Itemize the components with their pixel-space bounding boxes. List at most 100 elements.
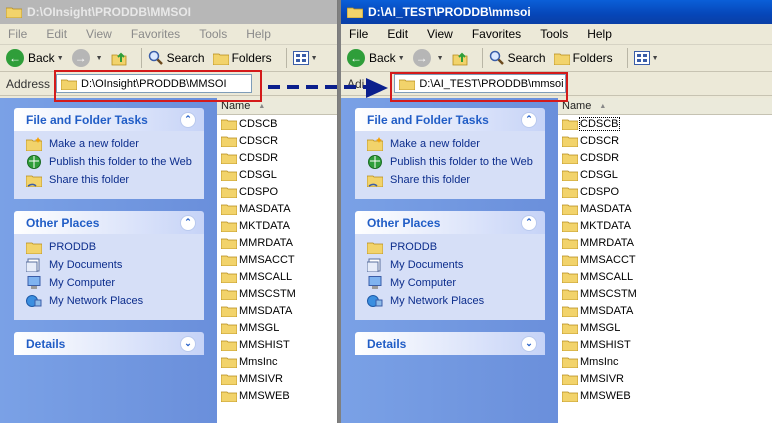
menu-view[interactable]: View [86,27,112,41]
folder-item[interactable]: MMSIVR [558,370,772,387]
panel-header[interactable]: Details ⌄ [14,332,204,355]
place-my-network-places[interactable]: My Network Places [367,294,537,308]
folder-icon [367,242,383,254]
views-button[interactable]: ▼ [292,51,318,65]
folder-name: MMSIVR [580,372,624,385]
panel-header[interactable]: File and Folder Tasks ⌃ [355,108,545,131]
folder-item[interactable]: MMSCALL [217,268,337,285]
collapse-chevron-icon[interactable]: ⌃ [180,111,196,128]
place-my-computer[interactable]: My Computer [367,276,537,290]
folder-item[interactable]: MMSWEB [217,387,337,404]
folder-name: MASDATA [239,202,291,215]
folder-item[interactable]: MMSGL [558,319,772,336]
views-button[interactable]: ▼ [633,51,659,65]
place-my-documents[interactable]: My Documents [367,258,537,272]
place-my-computer[interactable]: My Computer [26,276,196,290]
up-folder-button[interactable] [111,50,127,66]
expand-chevron-icon[interactable]: ⌄ [180,335,196,352]
up-folder-button[interactable] [452,50,468,66]
folder-item[interactable]: CDSDR [558,149,772,166]
forward-button[interactable]: → ▼ [412,49,444,67]
folder-item[interactable]: MMSCSTM [558,285,772,302]
folders-button[interactable]: Folders [212,51,272,65]
folder-item[interactable]: MmsInc [217,353,337,370]
folder-item[interactable]: MKTDATA [217,217,337,234]
menu-favorites[interactable]: Favorites [131,27,180,41]
title-bar[interactable]: D:\AI_TEST\PRODDB\mmsoi [341,0,772,24]
task-publish-web[interactable]: Publish this folder to the Web [367,155,537,169]
folder-item[interactable]: MMRDATA [558,234,772,251]
collapse-chevron-icon[interactable]: ⌃ [521,214,537,231]
folder-name: CDSGL [239,168,277,181]
folder-item[interactable]: MMSDATA [558,302,772,319]
folder-item[interactable]: MMSHIST [217,336,337,353]
folders-button[interactable]: Folders [553,51,613,65]
task-make-new-folder[interactable]: Make a new folder [367,137,537,151]
panel-header[interactable]: Other Places ⌃ [355,211,545,234]
back-button[interactable]: ← Back ▼ [6,49,64,67]
folder-item[interactable]: MKTDATA [558,217,772,234]
menu-file[interactable]: File [8,27,27,41]
place-proddb[interactable]: PRODDB [367,240,537,254]
menu-help[interactable]: Help [587,27,612,41]
menu-view[interactable]: View [427,27,453,41]
task-share-folder[interactable]: Share this folder [367,173,537,187]
menu-tools[interactable]: Tools [540,27,568,41]
folder-item[interactable]: CDSDR [217,149,337,166]
back-button[interactable]: ← Back ▼ [347,49,405,67]
folder-item[interactable]: MASDATA [217,200,337,217]
folder-item[interactable]: MMSWEB [558,387,772,404]
task-share-folder[interactable]: Share this folder [26,173,196,187]
menu-help[interactable]: Help [246,27,271,41]
panel-header[interactable]: File and Folder Tasks ⌃ [14,108,204,131]
folder-item[interactable]: CDSPO [217,183,337,200]
address-label: Address [6,76,51,91]
folder-item[interactable]: MMRDATA [217,234,337,251]
menu-tools[interactable]: Tools [199,27,227,41]
folder-name: MMSDATA [239,304,293,317]
folder-item[interactable]: MMSIVR [217,370,337,387]
folder-name: MKTDATA [239,219,290,232]
folder-item[interactable]: CDSPO [558,183,772,200]
other-places-panel: Other Places ⌃ PRODDB My Documents My Com… [14,211,204,320]
folder-item[interactable]: CDSGL [217,166,337,183]
menu-favorites[interactable]: Favorites [472,27,521,41]
folder-item[interactable]: MMSACCT [217,251,337,268]
menu-edit[interactable]: Edit [46,27,67,41]
folder-item[interactable]: CDSCR [558,132,772,149]
folder-icon [562,153,578,164]
name-column-header[interactable]: Name ▲ [558,98,772,115]
folder-item[interactable]: MMSGL [217,319,337,336]
collapse-chevron-icon[interactable]: ⌃ [180,214,196,231]
network-places-icon [26,295,42,307]
folder-item[interactable]: CDSGL [558,166,772,183]
folder-item[interactable]: MMSACCT [558,251,772,268]
place-my-network-places[interactable]: My Network Places [26,294,196,308]
folder-item[interactable]: MmsInc [558,353,772,370]
search-button[interactable]: Search [489,50,546,66]
search-button[interactable]: Search [148,50,205,66]
folder-item[interactable]: CDSCR [217,132,337,149]
panel-header[interactable]: Other Places ⌃ [14,211,204,234]
place-my-documents[interactable]: My Documents [26,258,196,272]
folder-item[interactable]: CDSCB [558,115,772,132]
forward-button[interactable]: → ▼ [71,49,103,67]
share-folder-icon [26,175,42,187]
folder-item[interactable]: MMSHIST [558,336,772,353]
folder-item[interactable]: MMSCALL [558,268,772,285]
place-proddb[interactable]: PRODDB [26,240,196,254]
title-bar[interactable]: D:\OInsight\PRODDB\MMSOI [0,0,337,24]
panel-title: Details [26,336,66,351]
folder-icon [26,242,42,254]
menu-edit[interactable]: Edit [387,27,408,41]
folder-item[interactable]: MMSCSTM [217,285,337,302]
folder-item[interactable]: MMSDATA [217,302,337,319]
panel-header[interactable]: Details ⌄ [355,332,545,355]
collapse-chevron-icon[interactable]: ⌃ [521,111,537,128]
task-publish-web[interactable]: Publish this folder to the Web [26,155,196,169]
expand-chevron-icon[interactable]: ⌄ [521,335,537,352]
menu-file[interactable]: File [349,27,368,41]
folder-item[interactable]: MASDATA [558,200,772,217]
folder-item[interactable]: CDSCB [217,115,337,132]
task-make-new-folder[interactable]: Make a new folder [26,137,196,151]
